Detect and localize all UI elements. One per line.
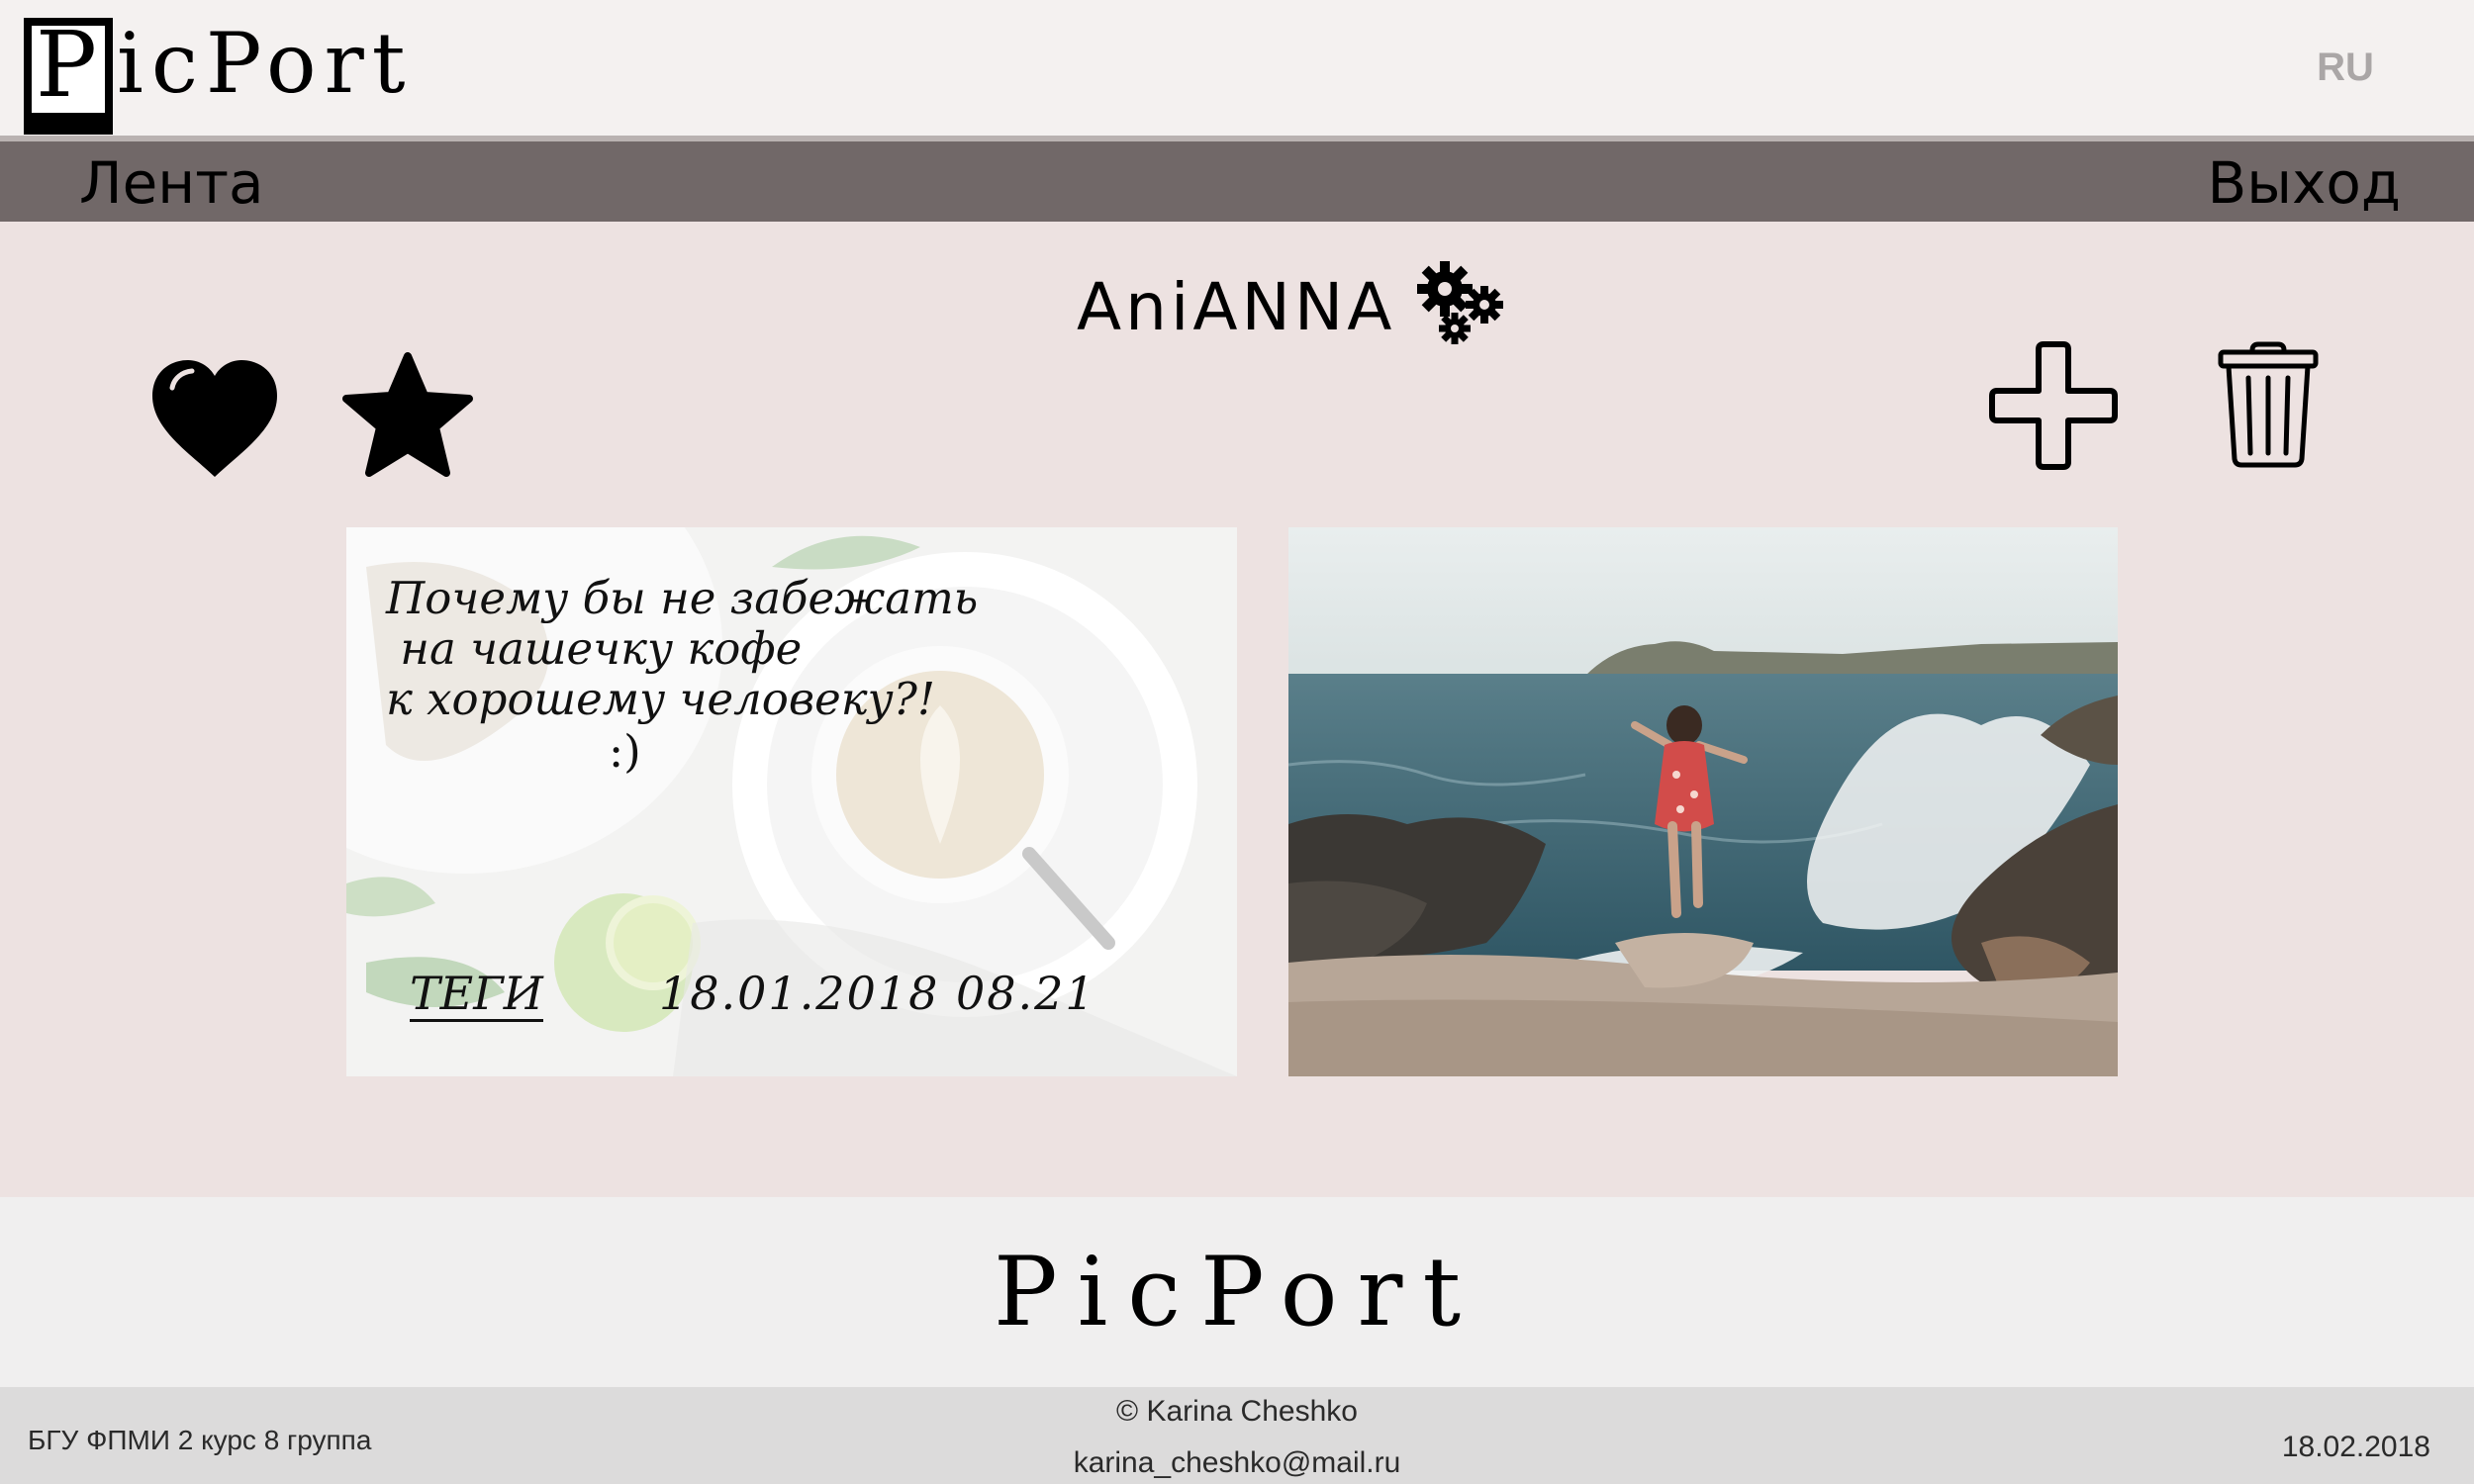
logo-first-letter: P xyxy=(36,12,97,118)
nav-bar: Лента Выход xyxy=(0,136,2474,222)
logo-frame: P xyxy=(24,12,113,135)
post-date: 18.01.2018 08.21 xyxy=(659,967,1096,1020)
gears-icon[interactable] xyxy=(1415,259,1506,346)
plus-icon[interactable] xyxy=(1989,341,2118,470)
trash-icon[interactable] xyxy=(2217,340,2320,469)
footer-logo[interactable]: PicPort xyxy=(0,1237,2474,1347)
footer-email-link[interactable]: karina_cheshko@mail.ru xyxy=(0,1446,2474,1480)
footer-date: 18.02.2018 xyxy=(2281,1431,2430,1463)
language-switch[interactable]: RU xyxy=(2296,46,2395,90)
photo-post-card[interactable] xyxy=(1288,527,2118,1076)
star-icon[interactable] xyxy=(342,352,473,481)
post-text: Почему бы не забежать на чашечку кофе к … xyxy=(386,572,979,725)
sea-photo-image xyxy=(1288,527,2118,1076)
logo-text: icPort xyxy=(117,15,414,112)
footer-brand: PicPort xyxy=(0,1197,2474,1387)
profile-username: AniANNA xyxy=(1077,269,1396,345)
top-header: P icPort RU xyxy=(0,0,2474,136)
post-tags-link[interactable]: ТЕГИ xyxy=(410,968,543,1022)
post-smile: :) xyxy=(609,725,641,778)
nav-feed-link[interactable]: Лента xyxy=(79,149,264,217)
site-logo[interactable]: P icPort xyxy=(24,12,414,135)
nav-exit-link[interactable]: Выход xyxy=(2208,149,2402,217)
text-post-card[interactable]: Почему бы не забежать на чашечку кофе к … xyxy=(346,527,1237,1076)
heart-icon[interactable] xyxy=(150,358,279,479)
footer-copyright: © Karina Cheshko xyxy=(1116,1395,1358,1428)
footer-info: БГУ ФПМИ 2 курс 8 группа © Karina Cheshk… xyxy=(0,1387,2474,1484)
